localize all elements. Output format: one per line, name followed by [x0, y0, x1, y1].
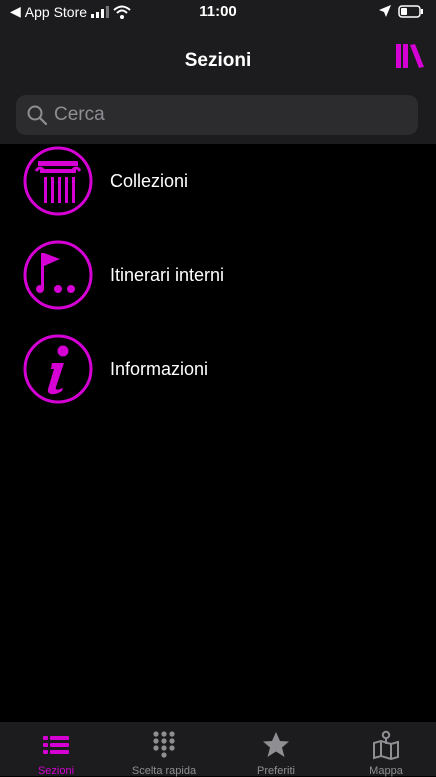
tab-label: Mappa	[369, 765, 403, 777]
info-icon	[23, 334, 93, 404]
library-icon[interactable]	[394, 40, 426, 72]
battery-icon	[398, 4, 423, 18]
list-item-itinerari[interactable]: Itinerari interni	[0, 239, 436, 333]
status-bar: ◀ App Store 11:00	[0, 0, 436, 24]
list-item-collezioni[interactable]: Collezioni	[0, 145, 436, 239]
tab-label: Scelta rapida	[131, 765, 197, 777]
tab-bar: Sezioni Scelta rapida Preferiti Mappa	[0, 722, 436, 777]
list-icon	[43, 736, 69, 754]
tab-scelta-rapida[interactable]: Scelta rapida	[114, 722, 214, 777]
flag-route-icon	[23, 240, 93, 310]
location-icon	[379, 5, 391, 17]
page-title: Sezioni	[184, 50, 252, 71]
tab-mappa[interactable]: Mappa	[336, 722, 436, 777]
tab-label: Preferiti	[257, 765, 295, 777]
star-icon	[263, 732, 289, 757]
list-item-label: Collezioni	[110, 171, 189, 191]
navigation-bar: Sezioni	[0, 24, 436, 88]
search-bar[interactable]	[16, 95, 418, 135]
search-icon	[27, 105, 48, 126]
column-icon	[23, 146, 93, 216]
tab-preferiti[interactable]: Preferiti	[226, 722, 326, 777]
keypad-icon	[153, 731, 175, 758]
tab-label: Sezioni	[37, 765, 75, 777]
search-input[interactable]	[54, 101, 394, 129]
clock: 11:00	[199, 3, 237, 20]
sections-list: Collezioni Itinerari interni Informazion…	[0, 145, 436, 404]
search-area	[0, 88, 436, 144]
list-item-label: Informazioni	[110, 359, 209, 379]
map-icon	[373, 730, 399, 760]
list-item-label: Itinerari interni	[110, 265, 225, 285]
tab-sezioni[interactable]: Sezioni	[6, 722, 106, 777]
list-item-informazioni[interactable]: Informazioni	[0, 333, 436, 427]
